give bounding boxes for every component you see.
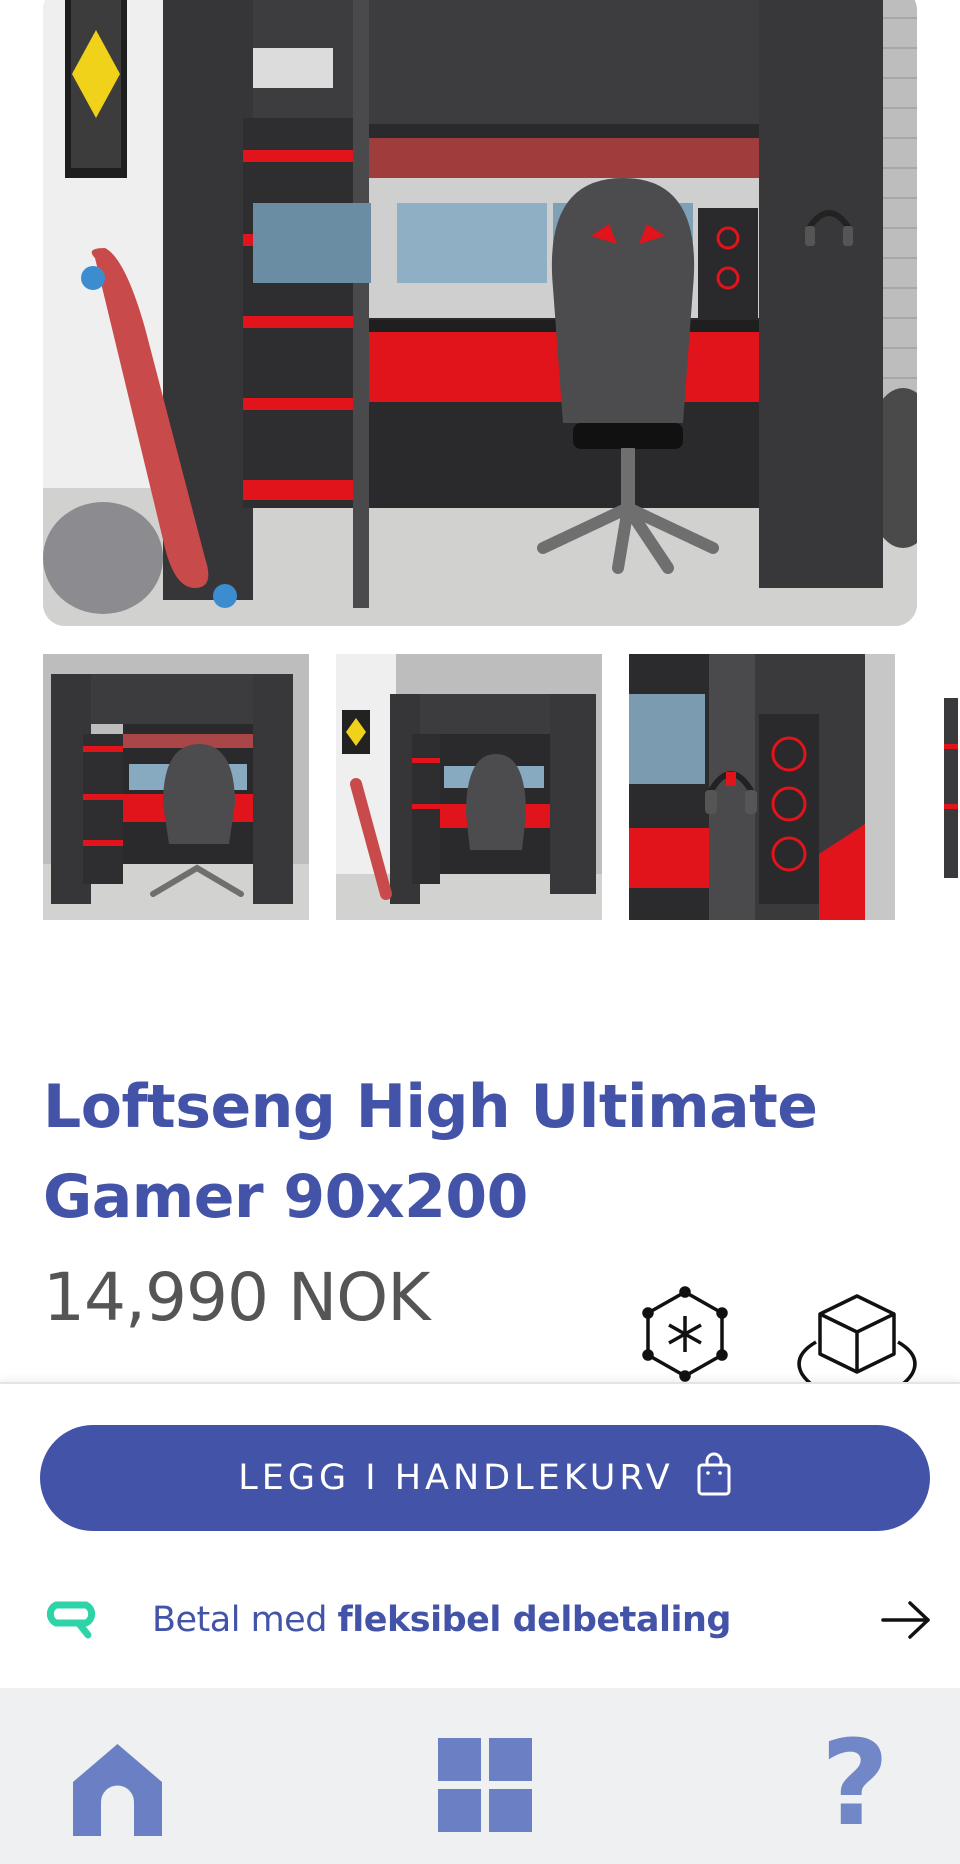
thumbnail-image bbox=[629, 654, 895, 920]
home-icon[interactable] bbox=[70, 1740, 165, 1840]
installment-text: Betal med fleksibel delbetaling bbox=[152, 1592, 731, 1648]
help-icon[interactable]: ? bbox=[820, 1724, 890, 1842]
installment-logo-icon bbox=[42, 1595, 100, 1645]
installment-highlight: fleksibel delbetaling bbox=[337, 1600, 732, 1640]
3d-view-icon[interactable] bbox=[794, 1292, 920, 1382]
product-main-image[interactable] bbox=[43, 0, 917, 626]
thumbnail-4-partial[interactable] bbox=[942, 654, 960, 920]
thumbnail-2[interactable] bbox=[336, 654, 602, 920]
arrow-right-icon[interactable] bbox=[880, 1600, 932, 1640]
thumbnail-3[interactable] bbox=[629, 654, 895, 920]
shopping-bag-icon bbox=[696, 1451, 732, 1506]
product-price: 14,990 NOK bbox=[43, 1259, 431, 1336]
ar-view-icon[interactable] bbox=[640, 1286, 730, 1382]
gaming-loft-bed-illustration bbox=[43, 0, 917, 626]
installment-payment-link[interactable]: Betal med fleksibel delbetaling bbox=[0, 1570, 960, 1670]
thumbnail-image bbox=[336, 654, 602, 920]
product-title: Loftseng High Ultimate Gamer 90x200 bbox=[43, 1072, 818, 1232]
thumbnail-image bbox=[43, 654, 309, 920]
bottom-navigation: ? bbox=[0, 1688, 960, 1864]
add-to-cart-button[interactable]: LEGG I HANDLEKURV bbox=[40, 1425, 930, 1531]
thumbnail-strip bbox=[0, 654, 960, 920]
purchase-panel: LEGG I HANDLEKURV Betal med fleksibel de… bbox=[0, 1382, 960, 1690]
thumbnail-1[interactable] bbox=[43, 654, 309, 920]
categories-grid-icon[interactable] bbox=[438, 1738, 532, 1832]
add-to-cart-label: LEGG I HANDLEKURV bbox=[238, 1458, 674, 1498]
installment-prefix: Betal med bbox=[152, 1600, 338, 1640]
thumbnail-image bbox=[942, 654, 960, 920]
